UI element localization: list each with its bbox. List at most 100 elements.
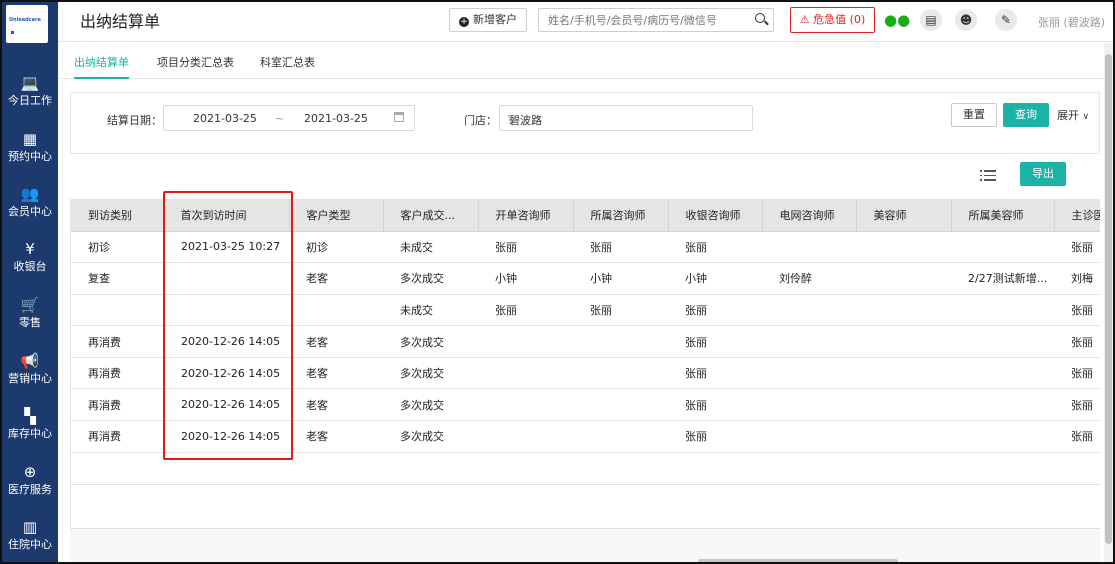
table-cell (762, 231, 856, 264)
table-row[interactable]: 初诊 2021-03-25 10:27 初诊 未成交 张丽 张丽 张丽 张丽 (71, 231, 1100, 264)
table-cell (163, 294, 289, 327)
table-cell: 小钟 (668, 262, 762, 295)
date-end[interactable]: 2021-03-25 (304, 112, 368, 125)
export-button[interactable]: 导出 (1020, 162, 1066, 186)
table-cell: 多次成交 (383, 357, 478, 390)
table-header-row: 到访类别 首次到访时间 客户类型 客户成交... 开单咨询师 所属咨询师 收银咨询师 电网咨询… (71, 199, 1100, 232)
table-cell: 张丽 (573, 294, 668, 327)
sidebar-item-2[interactable]: 👥 会员中心 (2, 183, 58, 235)
table-cell: 再消费 (71, 420, 163, 453)
column-header[interactable]: 主诊医 (1054, 199, 1100, 232)
expand-toggle[interactable]: 展开 ∨ (1057, 107, 1089, 123)
column-header[interactable]: 电网咨询师 (762, 199, 857, 232)
table-cell (856, 388, 951, 422)
table-cell: 多次成交 (383, 325, 478, 358)
user-group-icon[interactable]: ☻ (955, 9, 977, 31)
tab-cashier-statement[interactable]: 出纳结算单 (74, 43, 129, 79)
column-header[interactable]: 开单咨询师 (478, 199, 574, 232)
table-cell: 复查 (71, 262, 163, 295)
table-cell (856, 357, 951, 390)
table-cell: 张丽 (573, 231, 668, 264)
table-cell: 张丽 (478, 294, 573, 327)
column-header[interactable]: 美容师 (856, 199, 952, 232)
table-cell: 2020-12-26 14:05 (163, 325, 289, 358)
settlement-date-label: 结算日期： (107, 114, 162, 127)
settlement-table: 到访类别 首次到访时间 客户类型 客户成交... 开单咨询师 所属咨询师 收银咨询师 电网咨询… (71, 199, 1100, 485)
table-cell (856, 231, 951, 264)
column-header[interactable]: 所属美容师 (951, 199, 1055, 232)
sidebar: Unleadcare 💻 今日工作 ▦ 预约中心 👥 会员中心 ¥ 收银台 🛒 零售 📢 营销中心 ▚ 库… (2, 2, 58, 562)
reset-button[interactable]: 重置 (951, 103, 997, 127)
tab-department-summary[interactable]: 科室汇总表 (260, 43, 315, 79)
table-cell: 多次成交 (383, 420, 478, 453)
table-cell: 2020-12-26 14:05 (163, 420, 289, 453)
table-cell (762, 325, 856, 358)
table-cell (573, 388, 668, 422)
table-row[interactable]: 复查 老客 多次成交 小钟 小钟 小钟 刘伶醉 2/27测试新增... 刘梅 (71, 262, 1100, 295)
table-cell (573, 357, 668, 390)
table-row[interactable]: 再消费 2020-12-26 14:05 老客 多次成交 张丽 张丽 (71, 357, 1100, 390)
building-icon: ▥ (22, 518, 38, 536)
table-cell: 2020-12-26 14:05 (163, 388, 289, 422)
clipboard-icon[interactable]: ▤ (920, 9, 942, 31)
sidebar-item-6[interactable]: ▚ 库存中心 (2, 405, 58, 457)
logo[interactable]: Unleadcare (6, 5, 48, 43)
current-user[interactable]: 张丽 (碧波路) (1038, 14, 1105, 30)
horizontal-scrollbar[interactable] (698, 559, 898, 562)
table-cell: 张丽 (668, 388, 762, 422)
sidebar-item-7[interactable]: ⊕ 医疗服务 (2, 461, 58, 513)
table-cell: 张丽 (668, 357, 762, 390)
critical-value-button[interactable]: ⚠ 危急值 (0) (790, 7, 875, 33)
new-customer-label: 新增客户 (473, 13, 517, 26)
table-cell (71, 294, 163, 327)
date-start[interactable]: 2021-03-25 (193, 112, 257, 125)
chevron-down-icon: ∨ (1082, 112, 1090, 122)
settlement-table-container: 到访类别 首次到访时间 客户类型 客户成交... 开单咨询师 所属咨询师 收银咨询师 电网咨询… (70, 199, 1100, 562)
sidebar-item-4[interactable]: 🛒 零售 (2, 294, 58, 346)
wechat-icon[interactable]: ●● (884, 9, 910, 31)
table-cell (856, 294, 951, 327)
store-select[interactable]: 碧波路 (499, 105, 753, 131)
column-header[interactable]: 收银咨询师 (668, 199, 763, 232)
search-icon[interactable] (755, 13, 765, 23)
column-header[interactable]: 所属咨询师 (573, 199, 669, 232)
table-cell: 初诊 (71, 231, 163, 264)
sidebar-item-5[interactable]: 📢 营销中心 (2, 350, 58, 402)
mute-notification-icon[interactable]: ✎ (995, 9, 1017, 31)
table-row[interactable]: 再消费 2020-12-26 14:05 老客 多次成交 张丽 张丽 (71, 420, 1100, 453)
vertical-scrollbar-thumb[interactable] (1105, 54, 1112, 544)
table-cell (573, 420, 668, 453)
sidebar-item-label: 会员中心 (8, 205, 52, 218)
sidebar-item-0[interactable]: 💻 今日工作 (2, 72, 58, 124)
sidebar-item-label: 今日工作 (8, 94, 52, 107)
yen-icon: ¥ (25, 240, 35, 258)
table-cell: 老客 (289, 262, 383, 295)
calendar-icon: ▦ (22, 130, 38, 148)
table-row[interactable]: 再消费 2020-12-26 14:05 老客 多次成交 张丽 张丽 (71, 388, 1100, 422)
calendar-icon[interactable] (394, 112, 404, 122)
new-customer-button[interactable]: + 新增客户 (449, 8, 527, 32)
sidebar-item-label: 营销中心 (8, 372, 52, 385)
critical-value-count: (0) (849, 13, 866, 26)
table-row[interactable]: 再消费 2020-12-26 14:05 老客 多次成交 张丽 张丽 (71, 325, 1100, 358)
sidebar-item-8[interactable]: ▥ 住院中心 (2, 516, 58, 562)
table-cell: 张丽 (1054, 357, 1100, 390)
column-header[interactable]: 客户成交... (383, 199, 479, 232)
query-button[interactable]: 查询 (1003, 103, 1049, 127)
search-box[interactable] (538, 8, 774, 32)
settlement-date-range[interactable]: 2021-03-25 ~ 2021-03-25 (163, 105, 415, 131)
table-cell (478, 357, 573, 390)
column-header[interactable]: 客户类型 (289, 199, 384, 232)
table-cell (951, 294, 1054, 327)
table-cell: 多次成交 (383, 388, 478, 422)
tab-project-category-summary[interactable]: 项目分类汇总表 (157, 43, 234, 79)
grid-icon: ▚ (24, 407, 36, 425)
sidebar-item-3[interactable]: ¥ 收银台 (2, 238, 58, 290)
table-row[interactable]: 未成交 张丽 张丽 张丽 张丽 (71, 294, 1100, 327)
sidebar-item-label: 预约中心 (8, 150, 52, 163)
column-header[interactable]: 首次到访时间 (163, 199, 290, 232)
sidebar-item-1[interactable]: ▦ 预约中心 (2, 128, 58, 180)
search-input[interactable] (548, 9, 748, 31)
column-header[interactable]: 到访类别 (71, 199, 164, 232)
column-settings-icon[interactable] (980, 170, 996, 182)
